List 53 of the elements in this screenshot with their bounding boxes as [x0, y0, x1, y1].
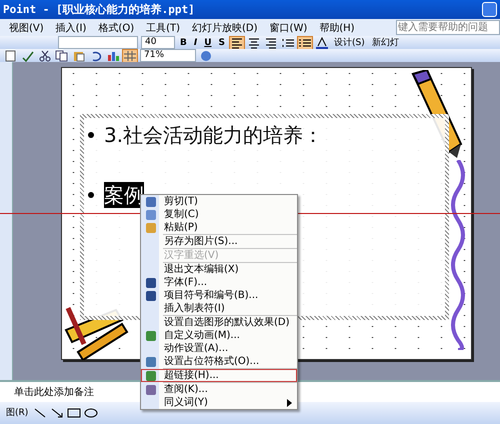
arrow-icon[interactable] [50, 407, 64, 419]
context-menu-item[interactable]: 另存为图片(S)... [141, 235, 297, 248]
notes-field[interactable]: 单击此处添加备注 [14, 385, 94, 399]
menu-item[interactable]: 格式(O) [93, 20, 140, 34]
text-style-button[interactable]: S [216, 36, 228, 48]
context-menu-item[interactable]: 复制(C) [141, 208, 297, 221]
slide-title: 3.社会活动能力的培养： [104, 122, 324, 148]
rectangle-icon[interactable] [67, 407, 82, 419]
spelling-icon[interactable] [21, 50, 35, 62]
context-menu-item[interactable]: 同义词(Y) [141, 396, 297, 409]
draw-menu-button[interactable]: 图(R) [4, 407, 30, 419]
bulleted-list-icon[interactable] [298, 36, 312, 48]
grid-icon[interactable] [123, 50, 137, 62]
menu-item[interactable]: 工具(T) [141, 20, 186, 34]
menu-item[interactable]: 帮助(H) [314, 20, 360, 34]
text-style-button[interactable]: I [192, 36, 200, 48]
design-button[interactable]: 设计(S) [332, 36, 367, 48]
context-menu-item[interactable]: 粘贴(P) [141, 221, 297, 234]
context-menu-item[interactable]: 设置自选图形的默认效果(D) [141, 316, 297, 329]
help-icon[interactable] [199, 50, 213, 62]
zoom-field[interactable]: 71% [140, 49, 196, 62]
align-right-icon[interactable] [264, 36, 278, 48]
text-style-button[interactable]: U [202, 36, 214, 48]
context-menu-item[interactable]: 查阅(K)... [141, 383, 297, 396]
chart-icon[interactable] [106, 50, 120, 62]
menu-item[interactable]: 窗口(W) [264, 20, 312, 34]
context-menu-item[interactable]: 超链接(H)... [141, 369, 297, 382]
window-title: Point - [职业核心能力的培养.ppt] [3, 2, 195, 17]
oval-icon[interactable] [84, 407, 98, 419]
context-menu-item[interactable]: 项目符号和编号(B)... [141, 289, 297, 302]
context-menu-item[interactable]: 动作设置(A)... [141, 342, 297, 355]
font-size-field[interactable]: 40 [141, 36, 175, 49]
font-color-icon[interactable] [315, 36, 330, 48]
context-menu-item[interactable]: 自定义动画(M)... [141, 329, 297, 342]
text-style-button[interactable]: B [178, 36, 189, 48]
context-menu-item[interactable]: 设置占位符格式(O)... [141, 355, 297, 368]
bullet-icon [88, 132, 94, 138]
menu-item[interactable]: 插入(I) [50, 20, 92, 34]
align-left-icon[interactable] [230, 36, 244, 48]
line-icon[interactable] [33, 407, 48, 419]
help-search-field[interactable]: 键入需要帮助的问题 [396, 20, 500, 35]
menu-item[interactable]: 视图(V) [4, 20, 49, 34]
context-menu-item[interactable]: 字体(F)... [141, 276, 297, 289]
bullet-icon [88, 192, 94, 198]
font-name-field[interactable] [58, 36, 138, 49]
context-menu-item[interactable]: 退出文本编辑(X) [141, 263, 297, 276]
numbered-list-icon[interactable] [281, 36, 296, 48]
context-menu-item[interactable]: 插入制表符(I) [141, 302, 297, 315]
new-slide-button[interactable]: 新幻灯 [370, 36, 401, 48]
context-menu-item[interactable]: 剪切(T) [141, 195, 297, 208]
menu-item[interactable]: 幻灯片放映(D) [187, 20, 263, 34]
minimize-button[interactable] [482, 2, 497, 17]
align-center-icon[interactable] [247, 36, 262, 48]
